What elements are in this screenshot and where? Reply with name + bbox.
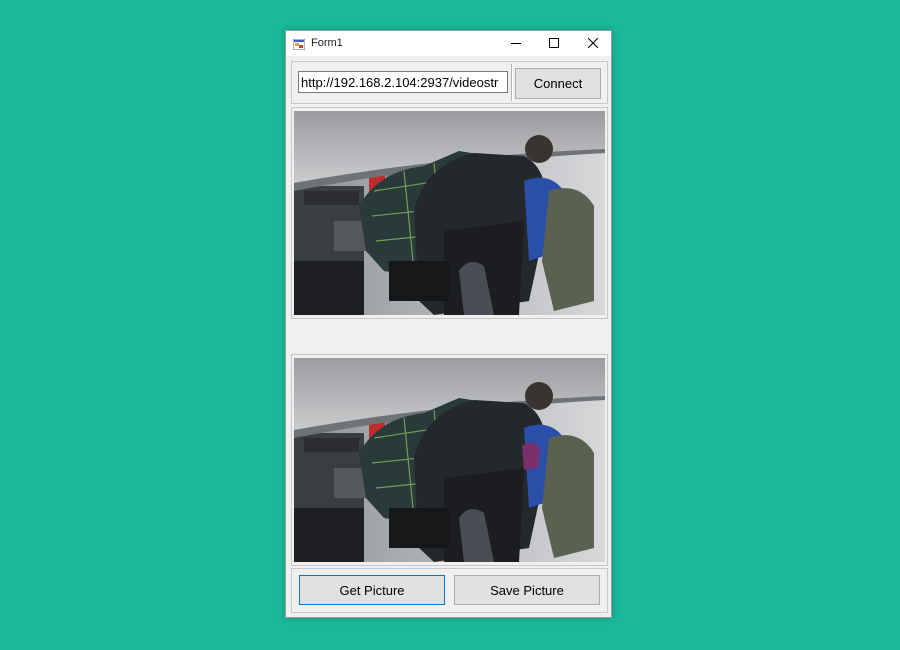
maximize-button[interactable] — [536, 31, 572, 56]
close-button[interactable] — [575, 31, 611, 56]
live-camera-frame — [294, 111, 605, 315]
connect-button[interactable]: Connect — [515, 68, 601, 99]
title-bar[interactable]: Form1 — [286, 31, 611, 56]
window-title: Form1 — [311, 37, 343, 49]
minimize-icon — [511, 35, 521, 53]
stream-url-input[interactable] — [298, 71, 508, 93]
close-icon — [587, 35, 599, 53]
captured-picture — [294, 358, 605, 562]
winforms-app-icon — [292, 37, 306, 51]
save-picture-button[interactable]: Save Picture — [454, 575, 600, 605]
splitter[interactable] — [511, 64, 513, 101]
minimize-button[interactable] — [498, 31, 534, 56]
get-picture-button[interactable]: Get Picture — [299, 575, 445, 605]
app-window: Form1 Connect — [285, 30, 612, 618]
maximize-icon — [549, 35, 559, 53]
